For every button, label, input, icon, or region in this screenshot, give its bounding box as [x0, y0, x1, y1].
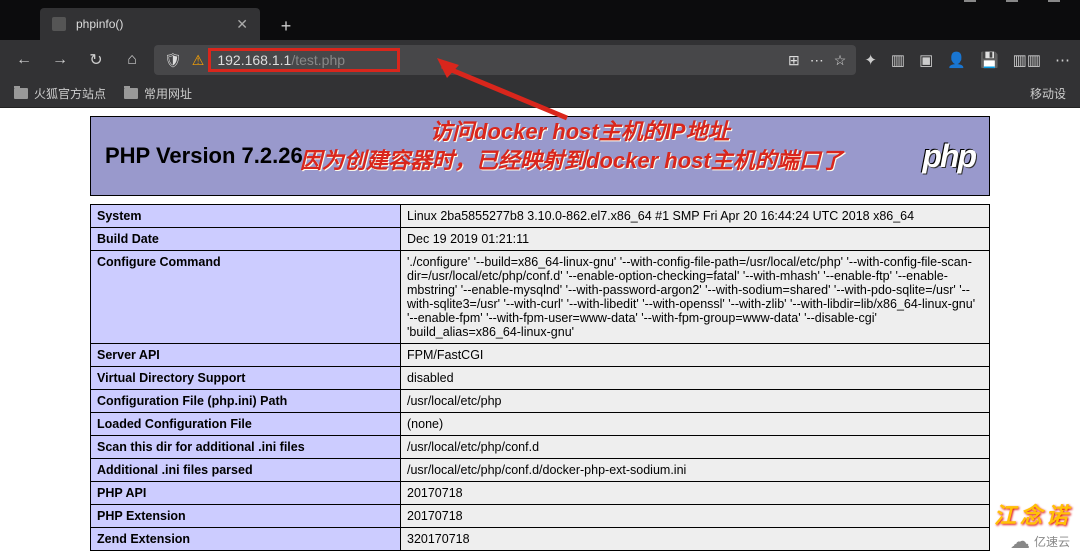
phpinfo-table: SystemLinux 2ba5855277b8 3.10.0-862.el7.…: [90, 204, 990, 551]
info-value: 20170718: [401, 482, 990, 505]
table-row: Additional .ini files parsed/usr/local/e…: [91, 459, 990, 482]
info-value: /usr/local/etc/php/conf.d: [401, 436, 990, 459]
table-row: Configure Command'./configure' '--build=…: [91, 251, 990, 344]
table-row: Virtual Directory Supportdisabled: [91, 367, 990, 390]
table-row: Scan this dir for additional .ini files/…: [91, 436, 990, 459]
account-icon[interactable]: 👤: [947, 51, 966, 69]
toolbar-right: ✦ ▥ ▣ 👤 💾 ▥▥ ⋯: [864, 51, 1070, 69]
info-value: (none): [401, 413, 990, 436]
window-titlebar: [0, 0, 1080, 8]
addons-icon[interactable]: ✦: [864, 51, 877, 69]
maximize-button[interactable]: [1006, 0, 1018, 2]
forward-button[interactable]: →: [46, 46, 74, 74]
sidebar-icon[interactable]: ▣: [919, 51, 933, 69]
bookmark-firefox-official[interactable]: 火狐官方站点: [14, 85, 106, 102]
url-path: /test.php: [291, 52, 345, 68]
info-value: 320170718: [401, 528, 990, 551]
info-key: Configure Command: [91, 251, 401, 344]
phpinfo-header: PHP Version 7.2.26 php: [90, 116, 990, 196]
info-key: Loaded Configuration File: [91, 413, 401, 436]
info-value: /usr/local/etc/php: [401, 390, 990, 413]
info-value: Linux 2ba5855277b8 3.10.0-862.el7.x86_64…: [401, 205, 990, 228]
info-value: disabled: [401, 367, 990, 390]
cloud-icon: ☁: [1010, 529, 1030, 554]
info-key: PHP API: [91, 482, 401, 505]
bookmark-star-icon[interactable]: ☆: [834, 52, 847, 69]
table-row: SystemLinux 2ba5855277b8 3.10.0-862.el7.…: [91, 205, 990, 228]
page-actions-icon[interactable]: ⋯: [810, 52, 824, 69]
shield-icon[interactable]: 🛡: [164, 52, 182, 69]
info-key: PHP Extension: [91, 505, 401, 528]
close-window-button[interactable]: [1048, 0, 1060, 2]
table-row: PHP API20170718: [91, 482, 990, 505]
provider-name: 亿速云: [1034, 533, 1070, 550]
page-content: PHP Version 7.2.26 php 访问docker host主机的I…: [0, 108, 1080, 560]
tab-active[interactable]: phpinfo() ✕: [40, 8, 260, 40]
info-value: Dec 19 2019 01:21:11: [401, 228, 990, 251]
url-bar[interactable]: 🛡 ⚠ 192.168.1.1/test.php ⊞ ⋯ ☆: [154, 45, 856, 75]
table-row: Zend Extension320170718: [91, 528, 990, 551]
insecure-icon[interactable]: ⚠: [192, 52, 205, 69]
table-row: PHP Extension20170718: [91, 505, 990, 528]
provider-badge: ☁ 亿速云: [1010, 529, 1070, 554]
reload-button[interactable]: ↻: [82, 46, 110, 74]
author-watermark: 江念诺: [994, 498, 1072, 530]
info-key: Build Date: [91, 228, 401, 251]
table-row: Configuration File (php.ini) Path/usr/lo…: [91, 390, 990, 413]
table-row: Loaded Configuration File(none): [91, 413, 990, 436]
info-key: Scan this dir for additional .ini files: [91, 436, 401, 459]
save-icon[interactable]: 💾: [980, 51, 999, 69]
folder-icon: [124, 88, 138, 99]
info-key: Configuration File (php.ini) Path: [91, 390, 401, 413]
bookmarks-bar: 火狐官方站点 常用网址 移动设: [0, 80, 1080, 108]
tab-favicon: [52, 17, 66, 31]
info-key: System: [91, 205, 401, 228]
minimize-button[interactable]: [964, 0, 976, 2]
url-host: 192.168.1.1: [217, 52, 291, 68]
info-key: Virtual Directory Support: [91, 367, 401, 390]
bookmark-common-sites[interactable]: 常用网址: [124, 85, 192, 102]
info-key: Server API: [91, 344, 401, 367]
library-icon[interactable]: ▥: [891, 51, 905, 69]
folder-icon: [14, 88, 28, 99]
info-key: Additional .ini files parsed: [91, 459, 401, 482]
info-key: Zend Extension: [91, 528, 401, 551]
bookmark-label: 常用网址: [144, 85, 192, 102]
qr-icon[interactable]: ⊞: [788, 52, 800, 69]
screenshot-icon[interactable]: ▥▥: [1013, 51, 1041, 69]
new-tab-button[interactable]: +: [272, 12, 300, 40]
menu-icon[interactable]: ⋯: [1055, 51, 1070, 69]
info-value: FPM/FastCGI: [401, 344, 990, 367]
tab-title: phpinfo(): [76, 17, 123, 31]
url-text-highlighted: 192.168.1.1/test.php: [208, 48, 400, 72]
info-value: 20170718: [401, 505, 990, 528]
navigation-bar: ← → ↻ ⌂ 🛡 ⚠ 192.168.1.1/test.php ⊞ ⋯ ☆ ✦…: [0, 40, 1080, 80]
php-logo: php: [922, 138, 975, 175]
table-row: Build DateDec 19 2019 01:21:11: [91, 228, 990, 251]
tab-close-icon[interactable]: ✕: [236, 16, 248, 33]
info-value: './configure' '--build=x86_64-linux-gnu'…: [401, 251, 990, 344]
back-button[interactable]: ←: [10, 46, 38, 74]
php-version-title: PHP Version 7.2.26: [105, 143, 303, 169]
home-button[interactable]: ⌂: [118, 46, 146, 74]
table-row: Server APIFPM/FastCGI: [91, 344, 990, 367]
tab-strip: phpinfo() ✕ +: [0, 8, 1080, 40]
mobile-bookmarks[interactable]: 移动设: [1030, 85, 1066, 102]
info-value: /usr/local/etc/php/conf.d/docker-php-ext…: [401, 459, 990, 482]
bookmark-label: 火狐官方站点: [34, 85, 106, 102]
